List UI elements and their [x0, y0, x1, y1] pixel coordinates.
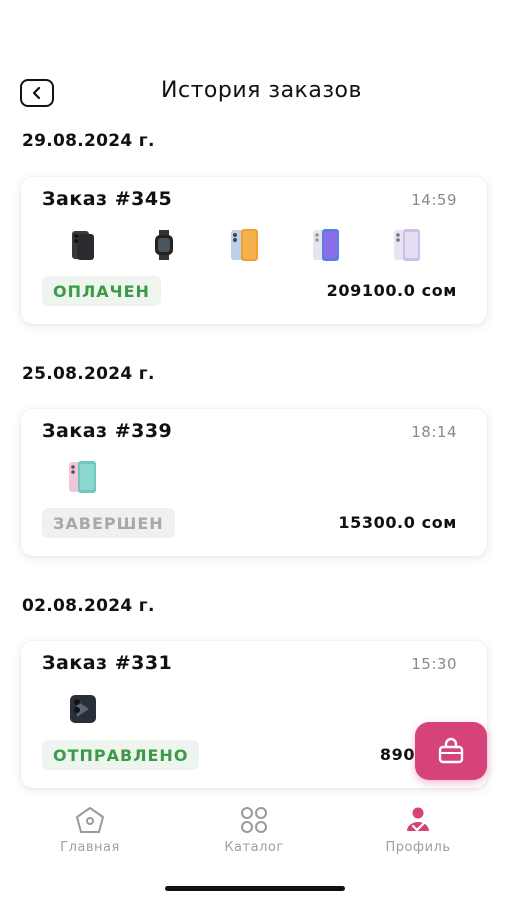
cart-button[interactable] — [415, 722, 487, 780]
order-total: 15300.0 сом — [338, 513, 457, 532]
smartphone-orange-icon — [227, 227, 263, 263]
order-items — [65, 691, 146, 727]
order-time: 15:30 — [411, 655, 457, 673]
tab-catalog[interactable]: Каталог — [194, 804, 314, 855]
order-time: 14:59 — [411, 191, 457, 209]
order-time: 18:14 — [411, 423, 457, 441]
order-number: Заказ #331 — [42, 652, 173, 674]
status-badge: ОПЛАЧЕН — [42, 276, 161, 306]
order-total: 209100.0 сом — [326, 281, 457, 300]
smartphone-blue-icon — [308, 227, 344, 263]
smartphone-lavender-icon — [389, 227, 425, 263]
order-items — [65, 227, 470, 263]
tab-profile[interactable]: Профиль — [358, 804, 478, 855]
status-badge: ЗАВЕРШЕН — [42, 508, 175, 538]
tab-home[interactable]: Главная — [30, 804, 150, 855]
home-indicator — [165, 886, 345, 891]
tab-label: Главная — [60, 840, 120, 855]
status-badge: ОТПРАВЛЕНО — [42, 740, 200, 770]
bottom-tab-bar: Главная Каталог Профиль — [0, 796, 507, 900]
home-icon — [30, 804, 150, 836]
page-title: История заказов — [161, 78, 362, 103]
shopping-bag-icon — [438, 737, 464, 764]
tab-label: Профиль — [385, 840, 451, 855]
smartwatch-icon — [146, 227, 182, 263]
order-card[interactable]: Заказ #339 18:14 ЗАВЕРШЕН 15300.0 сом — [21, 409, 487, 556]
order-date: 25.08.2024 г. — [22, 364, 155, 384]
profile-icon — [358, 804, 478, 836]
catalog-icon — [194, 804, 314, 836]
order-card[interactable]: Заказ #345 14:59 ОПЛАЧЕН 209100.0 сом — [21, 177, 487, 324]
smartphone-pink-icon — [65, 459, 101, 495]
order-number: Заказ #345 — [42, 188, 173, 210]
order-date: 29.08.2024 г. — [22, 131, 155, 151]
order-date: 02.08.2024 г. — [22, 596, 155, 616]
order-number: Заказ #339 — [42, 420, 173, 442]
smartphone-black-icon — [65, 227, 101, 263]
tab-label: Каталог — [224, 840, 284, 855]
smartphone-titanium-icon — [65, 691, 101, 727]
app-header: История заказов — [0, 76, 507, 110]
order-items — [65, 459, 146, 495]
